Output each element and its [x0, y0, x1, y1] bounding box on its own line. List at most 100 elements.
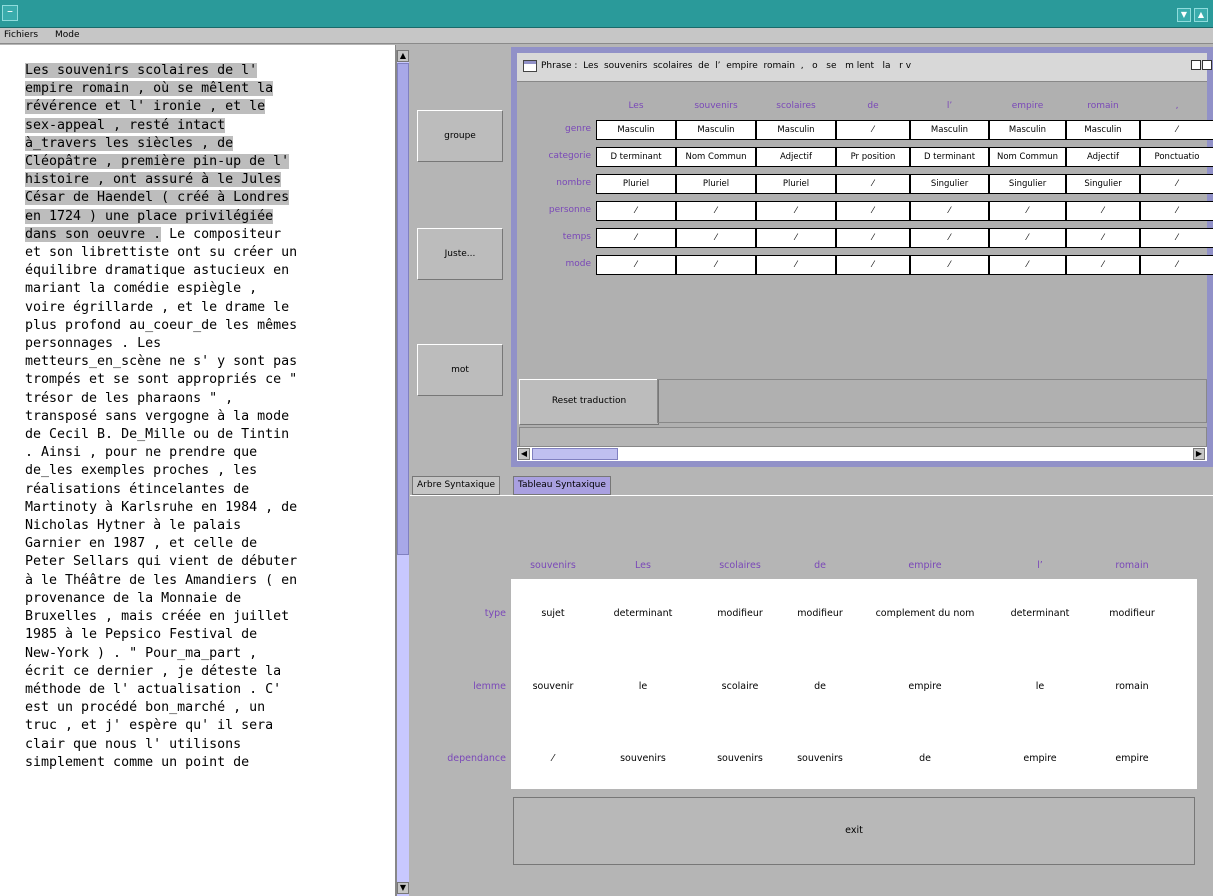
groupe-button[interactable]: groupe [417, 110, 503, 162]
juste-button[interactable]: Juste... [417, 228, 503, 280]
mot-button[interactable]: mot [417, 344, 503, 396]
syntax-cell: empire [1023, 753, 1057, 764]
syntax-cell: de [919, 753, 931, 764]
phrase-cell[interactable]: ⁄ [596, 228, 676, 248]
exit-button[interactable]: exit [513, 797, 1195, 865]
phrase-cell[interactable]: ⁄ [989, 201, 1066, 221]
phrase-cell[interactable]: ⁄ [676, 228, 756, 248]
phrase-cell[interactable]: Masculin [756, 120, 836, 140]
phrase-cell[interactable]: ⁄ [836, 255, 910, 275]
window-menu-icon[interactable]: – [2, 5, 18, 21]
maximize-icon[interactable]: ▲ [1194, 8, 1208, 22]
phrase-cell[interactable]: ⁄ [1066, 255, 1140, 275]
phrase-cell[interactable]: Masculin [596, 120, 676, 140]
syntax-cell: modifieur [1109, 608, 1155, 619]
phrase-cell[interactable]: ⁄ [1140, 228, 1213, 248]
phrase-column-header: Les [628, 101, 644, 111]
phrase-cell[interactable]: Singulier [1066, 174, 1140, 194]
window-controls-icon[interactable] [1191, 60, 1213, 71]
phrase-cell[interactable]: ⁄ [989, 255, 1066, 275]
phrase-cell[interactable]: Masculin [989, 120, 1066, 140]
phrase-column-header: souvenirs [694, 101, 738, 111]
phrase-cell[interactable]: ⁄ [836, 201, 910, 221]
text-scrollbar[interactable]: ▲ ▼ [396, 50, 409, 896]
phrase-row-label: nombre [556, 178, 591, 188]
highlighted-sentence[interactable]: Les souvenirs scolaires de l' empire rom… [25, 63, 290, 242]
phrase-cell[interactable]: ⁄ [910, 228, 989, 248]
phrase-cell[interactable]: D terminant [596, 147, 676, 167]
phrase-cell[interactable]: ⁄ [910, 255, 989, 275]
syntax-cell: sujet [541, 608, 565, 619]
phrase-column-header: , [1175, 101, 1179, 111]
scroll-left-icon[interactable]: ◀ [518, 448, 530, 460]
syntax-cell: scolaire [721, 681, 759, 692]
tab-tableau-syntaxique[interactable]: Tableau Syntaxique [513, 476, 611, 495]
syntax-column-header: de [814, 560, 826, 571]
menu-fichiers[interactable]: Fichiers [4, 30, 38, 40]
phrase-cell[interactable]: ⁄ [676, 201, 756, 221]
phrase-cell[interactable]: Nom Commun [676, 147, 756, 167]
phrase-cell[interactable]: ⁄ [756, 228, 836, 248]
phrase-column-header: l’ [946, 101, 953, 111]
scroll-up-icon[interactable]: ▲ [397, 50, 409, 62]
phrase-cell[interactable]: Adjectif [756, 147, 836, 167]
phrase-cell[interactable]: Ponctuatio [1140, 147, 1213, 167]
reset-traduction-button[interactable]: Reset traduction [519, 379, 659, 425]
syntax-cell: de [814, 681, 826, 692]
phrase-cell[interactable]: ⁄ [836, 120, 910, 140]
phrase-cell[interactable]: ⁄ [676, 255, 756, 275]
tab-arbre-syntaxique[interactable]: Arbre Syntaxique [412, 476, 501, 495]
syntax-cell: modifieur [797, 608, 843, 619]
phrase-cell[interactable]: ⁄ [1140, 120, 1213, 140]
phrase-cell[interactable]: Adjectif [1066, 147, 1140, 167]
text-scroll-thumb[interactable] [397, 63, 409, 555]
phrase-column-header: empire [1011, 101, 1044, 111]
phrase-cell[interactable]: Pluriel [676, 174, 756, 194]
phrase-cell[interactable]: Masculin [910, 120, 989, 140]
phrase-column-header: romain [1087, 101, 1119, 111]
text-pane[interactable]: Les souvenirs scolaires de l' empire rom… [0, 45, 396, 896]
phrase-cell[interactable]: ⁄ [1140, 255, 1213, 275]
minimize-icon[interactable]: ▼ [1177, 8, 1191, 22]
phrase-cell[interactable]: Masculin [676, 120, 756, 140]
phrase-cell[interactable]: Singulier [910, 174, 989, 194]
scroll-right-icon[interactable]: ▶ [1193, 448, 1205, 460]
phrase-column-header: de [867, 101, 879, 111]
phrase-cell[interactable]: Masculin [1066, 120, 1140, 140]
scroll-down-icon[interactable]: ▼ [397, 882, 409, 894]
phrase-cell[interactable]: Pluriel [756, 174, 836, 194]
syntax-cell: souvenirs [797, 753, 843, 764]
phrase-cell[interactable]: D terminant [910, 147, 989, 167]
phrase-hscrollbar[interactable]: ◀ ▶ [517, 446, 1207, 461]
phrase-cell[interactable]: Singulier [989, 174, 1066, 194]
remaining-text: Le compositeur et son librettiste ont su… [25, 226, 298, 770]
phrase-cell[interactable]: Pr position [836, 147, 910, 167]
phrase-cell[interactable]: ⁄ [989, 228, 1066, 248]
syntax-row-label: type [484, 608, 506, 619]
syntax-column-header: l’ [1037, 560, 1043, 571]
phrase-cell[interactable]: ⁄ [836, 174, 910, 194]
phrase-cell[interactable]: ⁄ [596, 255, 676, 275]
phrase-cell[interactable]: ⁄ [1140, 201, 1213, 221]
phrase-row-label: categorie [548, 151, 592, 161]
phrase-cell[interactable]: ⁄ [836, 228, 910, 248]
phrase-cell[interactable]: ⁄ [1140, 174, 1213, 194]
document-text: Les souvenirs scolaires de l' empire rom… [25, 62, 393, 772]
phrase-cell[interactable]: ⁄ [756, 255, 836, 275]
syntax-grid: sujet determinant modifieur modifieur comple… [511, 579, 1197, 789]
phrase-cell[interactable]: ⁄ [596, 201, 676, 221]
phrase-cell[interactable]: Pluriel [596, 174, 676, 194]
phrase-cell[interactable]: ⁄ [1066, 228, 1140, 248]
phrase-cell[interactable]: ⁄ [910, 201, 989, 221]
phrase-cell[interactable]: ⁄ [756, 201, 836, 221]
phrase-scroll-thumb[interactable] [532, 448, 618, 460]
phrase-cell[interactable]: ⁄ [1066, 201, 1140, 221]
menu-mode[interactable]: Mode [55, 30, 80, 40]
translation-field[interactable] [519, 427, 1207, 447]
phrase-column-header: scolaires [776, 101, 816, 111]
syntax-cell: souvenir [532, 681, 574, 692]
syntax-column-header: romain [1115, 560, 1149, 571]
syntax-cell: empire [1115, 753, 1149, 764]
syntax-row-label: lemme [473, 681, 506, 692]
phrase-cell[interactable]: Nom Commun [989, 147, 1066, 167]
